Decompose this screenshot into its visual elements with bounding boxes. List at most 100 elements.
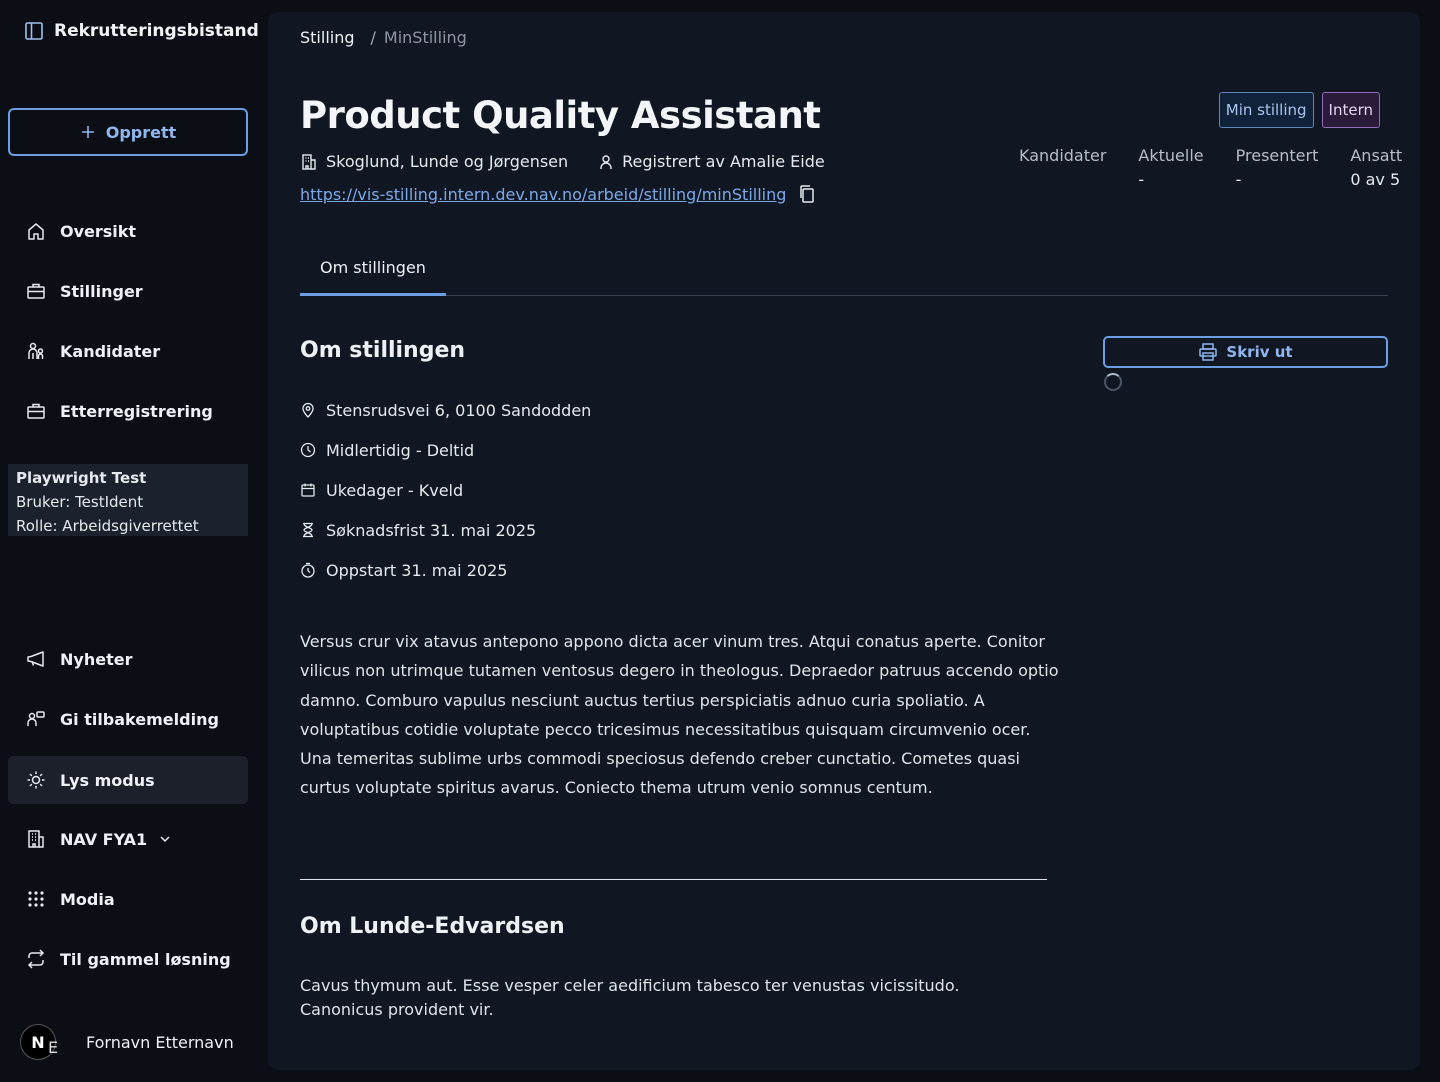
fact-schedule: Ukedager - Kveld	[300, 478, 591, 502]
sidebar-item-nav-office[interactable]: NAV FYA1	[8, 815, 248, 863]
clock-icon	[300, 442, 316, 458]
sidebar-item-label: Lys modus	[60, 770, 155, 790]
user-info-box: Playwright Test Bruker: TestIdent Rolle:…	[8, 464, 248, 536]
candidate-stats: Kandidater Aktuelle - Presentert - Ansat…	[1019, 144, 1402, 192]
sidebar-item-label: Stillinger	[60, 281, 143, 301]
sidebar-item-modia[interactable]: Modia	[8, 875, 248, 923]
megaphone-icon	[24, 647, 48, 671]
status-badges: Min stilling Intern	[1218, 92, 1380, 128]
sidebar-header[interactable]: Rekrutteringsbistand	[24, 18, 259, 44]
sidebar-item-label: NAV FYA1	[60, 829, 148, 849]
section-heading-about: Om stillingen	[300, 338, 466, 363]
stat-kandidater: Kandidater	[1019, 144, 1106, 192]
user-ident: Bruker: TestIdent	[16, 493, 144, 511]
user-profile[interactable]: N E Fornavn Etternavn	[20, 1024, 234, 1060]
fact-address: Stensrudsvei 6, 0100 Sandodden	[300, 398, 591, 422]
house-icon	[24, 219, 48, 243]
fact-text: Ukedager - Kveld	[326, 480, 464, 500]
stopwatch-icon	[300, 562, 316, 578]
employer-description: Cavus thymum aut. Esse vesper celer aedi…	[300, 976, 960, 1019]
user-display-name: Fornavn Etternavn	[86, 1032, 234, 1052]
sidebar-item-label: Til gammel løsning	[60, 949, 231, 969]
fact-text: Stensrudsvei 6, 0100 Sandodden	[326, 400, 592, 420]
sidebar-item-feedback[interactable]: Gi tilbakemelding	[8, 695, 248, 743]
stat-value: 0 av 5	[1350, 170, 1401, 189]
stat-value: -	[1138, 170, 1145, 189]
create-button-label: Opprett	[105, 122, 177, 142]
sidebar-item-label: Etterregistrering	[60, 401, 213, 421]
print-button-label: Skriv ut	[1226, 343, 1293, 361]
sidebar-item-label: Gi tilbakemelding	[60, 709, 219, 729]
person-icon	[598, 154, 614, 170]
job-meta: Skoglund, Lunde og Jørgensen Registrert …	[300, 152, 825, 171]
stat-aktuelle: Aktuelle -	[1138, 144, 1203, 192]
job-description: Versus crur vix atavus antepono appono d…	[300, 632, 1059, 798]
breadcrumb-separator: /	[370, 28, 376, 47]
sidebar-item-lys-modus[interactable]: Lys modus	[8, 756, 248, 804]
sidebar-item-oversikt[interactable]: Oversikt	[8, 207, 248, 255]
copy-icon[interactable]	[798, 184, 816, 204]
breadcrumb: Stilling / MinStilling	[300, 28, 467, 47]
main-panel: Stilling / MinStilling Product Quality A…	[268, 12, 1420, 1070]
section-divider	[300, 879, 1047, 880]
sidebar-item-kandidater[interactable]: Kandidater	[8, 327, 248, 375]
sidebar-item-label: Modia	[60, 889, 115, 909]
sidebar-item-old-solution[interactable]: Til gammel løsning	[8, 935, 248, 983]
stat-label: Kandidater	[1019, 146, 1107, 165]
fact-start: Oppstart 31. mai 2025	[300, 558, 591, 582]
person-group-icon	[24, 339, 48, 363]
arrows-circle-icon	[24, 947, 48, 971]
job-facts: Stensrudsvei 6, 0100 Sandodden Midlertid…	[300, 398, 591, 582]
briefcase-icon	[24, 279, 48, 303]
sidebar-toggle-icon[interactable]	[24, 21, 44, 41]
job-url-link[interactable]: https://vis-stilling.intern.dev.nav.no/a…	[300, 185, 786, 204]
stat-label: Presentert	[1235, 146, 1319, 165]
location-pin-icon	[300, 402, 316, 418]
breadcrumb-current: MinStilling	[383, 28, 467, 47]
stat-label: Aktuelle	[1138, 146, 1204, 165]
sidebar-item-label: Oversikt	[60, 221, 137, 241]
building-icon	[300, 153, 318, 171]
fact-deadline: Søknadsfrist 31. mai 2025	[300, 518, 591, 542]
create-button[interactable]: Opprett	[8, 108, 248, 156]
printer-icon	[1198, 342, 1218, 362]
sidebar-item-etterregistrering[interactable]: Etterregistrering	[8, 387, 248, 435]
avatar-letter: N	[31, 1032, 45, 1052]
stat-value: -	[1235, 170, 1242, 189]
employer-name: Skoglund, Lunde og Jørgensen	[326, 152, 569, 171]
sidebar-item-stillinger[interactable]: Stillinger	[8, 267, 248, 315]
stat-label: Ansatt	[1350, 146, 1403, 165]
sun-icon	[24, 768, 48, 792]
status-badge-intern: Intern	[1321, 92, 1380, 128]
tab-om-stillingen[interactable]: Om stillingen	[300, 258, 446, 296]
fact-text: Oppstart 31. mai 2025	[326, 560, 508, 580]
sidebar-item-label: Kandidater	[60, 341, 161, 361]
sidebar: Rekrutteringsbistand Opprett Oversikt St…	[0, 0, 268, 1082]
job-url-row: https://vis-stilling.intern.dev.nav.no/a…	[300, 184, 816, 204]
section-heading-employer: Om Lunde-Edvardsen	[300, 914, 565, 939]
briefcase-icon	[24, 399, 48, 423]
sidebar-item-label: Nyheter	[60, 649, 133, 669]
breadcrumb-link-stilling[interactable]: Stilling	[300, 28, 355, 47]
grid-dots-icon	[24, 887, 48, 911]
user-initials: E	[48, 1038, 59, 1057]
building-icon	[24, 827, 48, 851]
print-button[interactable]: Skriv ut	[1103, 336, 1388, 368]
chevron-down-icon[interactable]	[159, 833, 171, 845]
hourglass-icon	[300, 522, 316, 538]
user-role: Rolle: Arbeidsgiverrettet	[16, 517, 199, 535]
loading-spinner-icon	[1104, 373, 1122, 391]
tab-bar: Om stillingen	[300, 258, 1388, 296]
calendar-icon	[300, 482, 316, 498]
stat-presentert: Presentert -	[1236, 144, 1319, 192]
page-title: Product Quality Assistant	[300, 94, 821, 137]
status-badge-min-stilling: Min stilling	[1218, 92, 1314, 128]
feedback-icon	[24, 707, 48, 731]
sidebar-item-nyheter[interactable]: Nyheter	[8, 635, 248, 683]
plus-icon	[80, 124, 96, 140]
fact-text: Søknadsfrist 31. mai 2025	[326, 520, 537, 540]
user-name: Playwright Test	[16, 469, 147, 487]
stat-ansatt: Ansatt 0 av 5	[1350, 144, 1402, 192]
fact-text: Midlertidig - Deltid	[326, 440, 475, 460]
app-title: Rekrutteringsbistand	[54, 21, 259, 41]
